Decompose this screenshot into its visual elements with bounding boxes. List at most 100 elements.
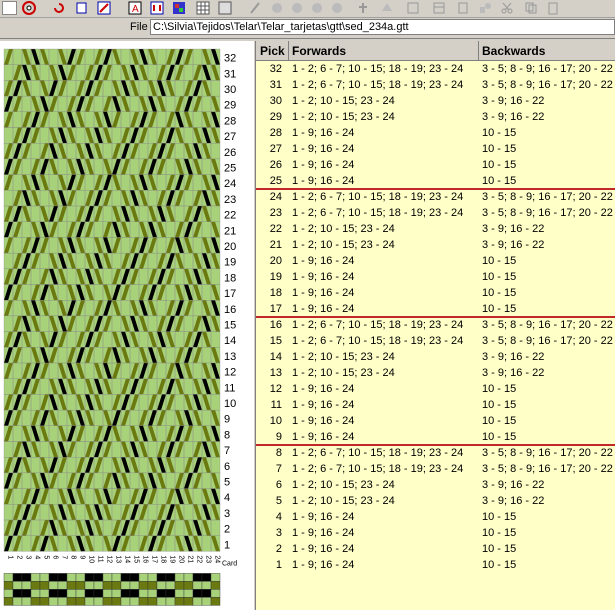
threading-hole[interactable] (183, 589, 194, 598)
table-row[interactable]: 12 1 - 9; 16 - 24 10 - 15 (256, 381, 615, 397)
threading-hole[interactable] (57, 597, 68, 606)
threading-hole[interactable] (21, 597, 32, 606)
threading-hole[interactable] (84, 573, 95, 582)
threading-hole[interactable] (165, 597, 176, 606)
table-row[interactable]: 13 1 - 2; 10 - 15; 23 - 24 3 - 9; 16 - 22 (256, 365, 615, 381)
threading-hole[interactable] (111, 589, 122, 598)
threading-hole[interactable] (75, 581, 86, 590)
threading-hole[interactable] (66, 573, 77, 582)
table-row[interactable]: 29 1 - 2; 10 - 15; 23 - 24 3 - 9; 16 - 22 (256, 109, 615, 125)
threading-hole[interactable] (165, 573, 176, 582)
threading-hole[interactable] (39, 597, 50, 606)
copy-disabled-icon[interactable] (524, 1, 539, 15)
threading-hole[interactable] (201, 597, 212, 606)
table-row[interactable]: 28 1 - 9; 16 - 24 10 - 15 (256, 125, 615, 141)
threading-hole[interactable] (93, 573, 104, 582)
threading-hole[interactable] (165, 581, 176, 590)
circle4-disabled-icon[interactable] (330, 1, 345, 15)
table-row[interactable]: 14 1 - 2; 10 - 15; 23 - 24 3 - 9; 16 - 22 (256, 349, 615, 365)
threading-hole[interactable] (57, 581, 68, 590)
threading-hole[interactable] (21, 573, 32, 582)
threading-hole[interactable] (111, 581, 122, 590)
threading-hole[interactable] (201, 589, 212, 598)
threading-hole[interactable] (138, 581, 149, 590)
threading-hole[interactable] (102, 597, 113, 606)
refresh-icon[interactable] (52, 1, 67, 15)
tree-disabled-icon[interactable] (380, 1, 395, 15)
threading-hole[interactable] (129, 597, 140, 606)
threading-hole[interactable] (48, 581, 59, 590)
threading-hole[interactable] (93, 597, 104, 606)
threading-hole[interactable] (210, 573, 221, 582)
threading-hole[interactable] (3, 581, 14, 590)
threading-hole[interactable] (48, 573, 59, 582)
header-backwards[interactable]: Backwards (482, 44, 545, 58)
threading-hole[interactable] (120, 589, 131, 598)
threading-hole[interactable] (75, 589, 86, 598)
draw-icon[interactable] (97, 1, 112, 15)
threading-hole[interactable] (147, 573, 158, 582)
threading-hole[interactable] (12, 589, 23, 598)
threading-hole[interactable] (30, 589, 41, 598)
threading-hole[interactable] (102, 573, 113, 582)
table-row[interactable]: 32 1 - 2; 6 - 7; 10 - 15; 18 - 19; 23 - 2… (256, 61, 615, 77)
threading-hole[interactable] (39, 573, 50, 582)
threading-hole[interactable] (129, 589, 140, 598)
threading-hole[interactable] (192, 573, 203, 582)
table-row[interactable]: 31 1 - 2; 6 - 7; 10 - 15; 18 - 19; 23 - 2… (256, 77, 615, 93)
threading-hole[interactable] (120, 581, 131, 590)
table-row[interactable]: 22 1 - 2; 10 - 15; 23 - 24 3 - 9; 16 - 22 (256, 221, 615, 237)
pattern-grid[interactable]: Pick Forwards Backwards 32 1 - 2; 6 - 7; … (256, 41, 615, 610)
threading-hole[interactable] (111, 597, 122, 606)
threading-hole[interactable] (12, 597, 23, 606)
threading-hole[interactable] (183, 597, 194, 606)
threading-hole[interactable] (156, 573, 167, 582)
threading-hole[interactable] (192, 589, 203, 598)
copy-icon[interactable] (75, 1, 90, 15)
threading-hole[interactable] (21, 581, 32, 590)
threading-hole[interactable] (165, 589, 176, 598)
threading-hole[interactable] (210, 597, 221, 606)
table-row[interactable]: 6 1 - 2; 10 - 15; 23 - 24 3 - 9; 16 - 22 (256, 477, 615, 493)
threading-hole[interactable] (48, 597, 59, 606)
threading-hole[interactable] (156, 589, 167, 598)
threading-hole[interactable] (210, 589, 221, 598)
table-row[interactable]: 15 1 - 2; 6 - 7; 10 - 15; 18 - 19; 23 - 2… (256, 333, 615, 349)
threading-hole[interactable] (39, 589, 50, 598)
threading-hole[interactable] (192, 581, 203, 590)
threading-hole[interactable] (66, 589, 77, 598)
table-row[interactable]: 11 1 - 9; 16 - 24 10 - 15 (256, 397, 615, 413)
threading-hole[interactable] (129, 573, 140, 582)
table-row[interactable]: 8 1 - 2; 6 - 7; 10 - 15; 18 - 19; 23 - 24… (256, 445, 615, 461)
threading-hole[interactable] (156, 581, 167, 590)
threading-hole[interactable] (120, 573, 131, 582)
table-row[interactable]: 21 1 - 2; 10 - 15; 23 - 24 3 - 9; 16 - 22 (256, 237, 615, 253)
threading-hole[interactable] (93, 589, 104, 598)
table-row[interactable]: 17 1 - 9; 16 - 24 10 - 15 (256, 301, 615, 317)
color-grid-icon[interactable] (172, 1, 187, 15)
text-icon[interactable]: A (128, 1, 143, 15)
table-row[interactable]: 5 1 - 2; 10 - 15; 23 - 24 3 - 9; 16 - 22 (256, 493, 615, 509)
threading-hole[interactable] (30, 597, 41, 606)
table-row[interactable]: 23 1 - 2; 6 - 7; 10 - 15; 18 - 19; 23 - 2… (256, 205, 615, 221)
threading-hole[interactable] (102, 581, 113, 590)
threading-hole[interactable] (21, 589, 32, 598)
threading-hole[interactable] (66, 581, 77, 590)
table-row[interactable]: 24 1 - 2; 6 - 7; 10 - 15; 18 - 19; 23 - 2… (256, 189, 615, 205)
threading-hole[interactable] (174, 581, 185, 590)
threading-hole[interactable] (12, 581, 23, 590)
threading-hole[interactable] (84, 589, 95, 598)
threading-hole[interactable] (57, 573, 68, 582)
pencil-icon[interactable] (2, 1, 17, 15)
table-row[interactable]: 30 1 - 2; 10 - 15; 23 - 24 3 - 9; 16 - 22 (256, 93, 615, 109)
threading-hole[interactable] (12, 573, 23, 582)
pattern-icon[interactable] (218, 1, 233, 15)
table-row[interactable]: 4 1 - 9; 16 - 24 10 - 15 (256, 509, 615, 525)
paste-disabled-icon[interactable] (456, 1, 471, 15)
circle2-disabled-icon[interactable] (290, 1, 305, 15)
threading-hole[interactable] (147, 597, 158, 606)
circle3-disabled-icon[interactable] (310, 1, 325, 15)
threading-hole[interactable] (147, 589, 158, 598)
table-row[interactable]: 20 1 - 9; 16 - 24 10 - 15 (256, 253, 615, 269)
lifebuoy-icon[interactable] (22, 1, 37, 15)
